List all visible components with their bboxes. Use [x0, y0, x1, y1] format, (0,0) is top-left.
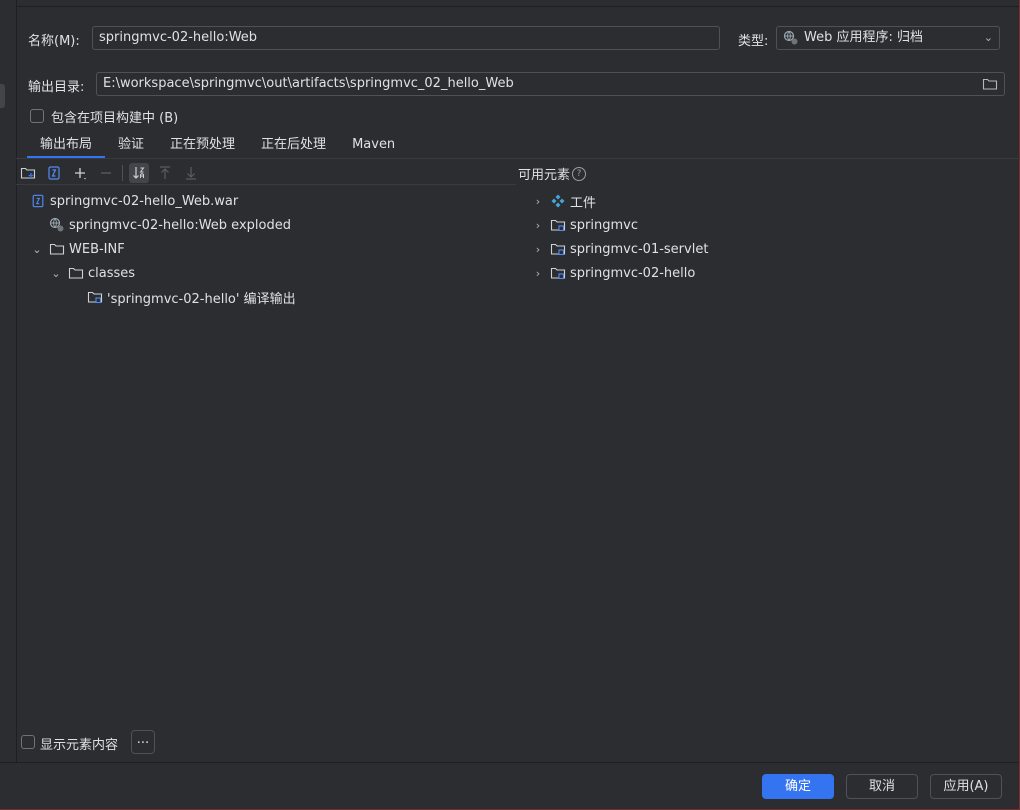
tree-item-label: springmvc-02-hello_Web.war	[50, 193, 239, 209]
available-item[interactable]: › 工件	[531, 189, 708, 213]
available-item-label: springmvc-01-servlet	[570, 241, 709, 257]
name-input[interactable]: springmvc-02-hello:Web	[92, 26, 720, 50]
name-label: 名称(M):	[28, 34, 80, 49]
folder-icon	[68, 265, 84, 281]
tab-validation[interactable]: 验证	[105, 134, 157, 159]
chevron-right-icon[interactable]: ›	[531, 267, 545, 280]
cancel-button[interactable]: 取消	[846, 774, 918, 799]
module-output-icon	[87, 289, 103, 305]
web-facet-icon	[49, 217, 65, 233]
tree-item-label: 'springmvc-02-hello' 编译输出	[107, 291, 296, 307]
available-elements-title: 可用元素	[518, 168, 571, 183]
tab-pre-processing[interactable]: 正在预处理	[157, 134, 248, 159]
available-elements-tree: › 工件 › springmvc › springmvc-01-servlet …	[531, 189, 708, 285]
tree-item[interactable]: 'springmvc-02-hello' 编译输出	[30, 285, 296, 309]
war-archive-icon	[30, 193, 46, 209]
tab-post-processing[interactable]: 正在后处理	[248, 134, 339, 159]
apply-button[interactable]: 应用(A)	[930, 774, 1002, 799]
artifacts-icon	[550, 193, 566, 209]
tab-maven[interactable]: Maven	[339, 134, 408, 159]
tree-item-label: springmvc-02-hello:Web exploded	[69, 217, 291, 233]
tab-output-layout[interactable]: 输出布局	[27, 134, 106, 159]
output-dir-label: 输出目录:	[28, 80, 85, 95]
new-directory-icon[interactable]	[18, 163, 38, 183]
module-folder-icon	[550, 241, 566, 257]
tree-item[interactable]: springmvc-02-hello_Web.war	[30, 189, 296, 213]
chevron-down-icon[interactable]: ⌄	[30, 243, 44, 256]
available-elements-header: 可用元素 ?	[518, 164, 587, 183]
add-copy-icon[interactable]	[70, 163, 90, 183]
show-content-label: 显示元素内容	[40, 738, 119, 753]
available-item-label: 工件	[570, 195, 597, 211]
chevron-right-icon[interactable]: ›	[531, 243, 545, 256]
browse-folder-icon[interactable]	[982, 76, 998, 96]
tree-item[interactable]: ⌄ classes	[30, 261, 296, 285]
tree-item[interactable]: ⌄ WEB-INF	[30, 237, 296, 261]
toolbar-separator	[122, 165, 123, 181]
ok-button[interactable]: 确定	[762, 774, 834, 799]
folder-icon	[49, 241, 65, 257]
module-folder-icon	[550, 265, 566, 281]
left-panel-handle[interactable]	[0, 84, 5, 108]
sort-elements-icon[interactable]	[129, 163, 149, 183]
chevron-down-icon: ⌄	[983, 31, 993, 44]
chevron-right-icon[interactable]: ›	[531, 195, 545, 208]
type-select[interactable]: Web 应用程序: 归档 ⌄	[776, 26, 1000, 50]
move-down-icon[interactable]	[181, 163, 201, 183]
type-label: 类型:	[738, 34, 769, 49]
tab-bar: 输出布局 验证 正在预处理 正在后处理 Maven	[27, 134, 408, 160]
chevron-down-icon[interactable]: ⌄	[49, 267, 63, 280]
available-item[interactable]: › springmvc-02-hello	[531, 261, 708, 285]
tree-item[interactable]: springmvc-02-hello:Web exploded	[30, 213, 296, 237]
chevron-right-icon[interactable]: ›	[531, 219, 545, 232]
available-item[interactable]: › springmvc-01-servlet	[531, 237, 709, 261]
toolbar-divider	[16, 184, 516, 185]
available-item[interactable]: › springmvc	[531, 213, 708, 237]
footer-divider	[0, 762, 1019, 763]
layout-toolbar	[18, 162, 516, 184]
include-build-label: 包含在项目构建中 (B)	[51, 111, 179, 126]
tree-item-label: classes	[88, 265, 136, 281]
output-layout-tree: springmvc-02-hello_Web.war springmvc-02-…	[30, 189, 296, 309]
help-icon[interactable]: ?	[572, 166, 587, 181]
create-archive-icon[interactable]	[44, 163, 64, 183]
top-divider	[16, 6, 1020, 7]
remove-icon[interactable]	[96, 163, 116, 183]
more-options-button[interactable]: ...	[131, 730, 155, 754]
available-item-label: springmvc	[570, 217, 638, 233]
type-select-value: Web 应用程序: 归档	[804, 30, 923, 45]
left-panel-strip	[0, 0, 17, 763]
available-item-label: springmvc-02-hello	[570, 265, 696, 281]
web-facet-icon	[783, 30, 799, 46]
show-content-checkbox[interactable]	[21, 735, 35, 749]
include-build-checkbox[interactable]	[30, 109, 44, 123]
module-folder-icon	[550, 217, 566, 233]
tree-item-label: WEB-INF	[69, 241, 125, 257]
move-up-icon[interactable]	[155, 163, 175, 183]
output-dir-input[interactable]: E:\workspace\springmvc\out\artifacts\spr…	[96, 72, 1005, 96]
tabs-divider	[16, 158, 1020, 159]
